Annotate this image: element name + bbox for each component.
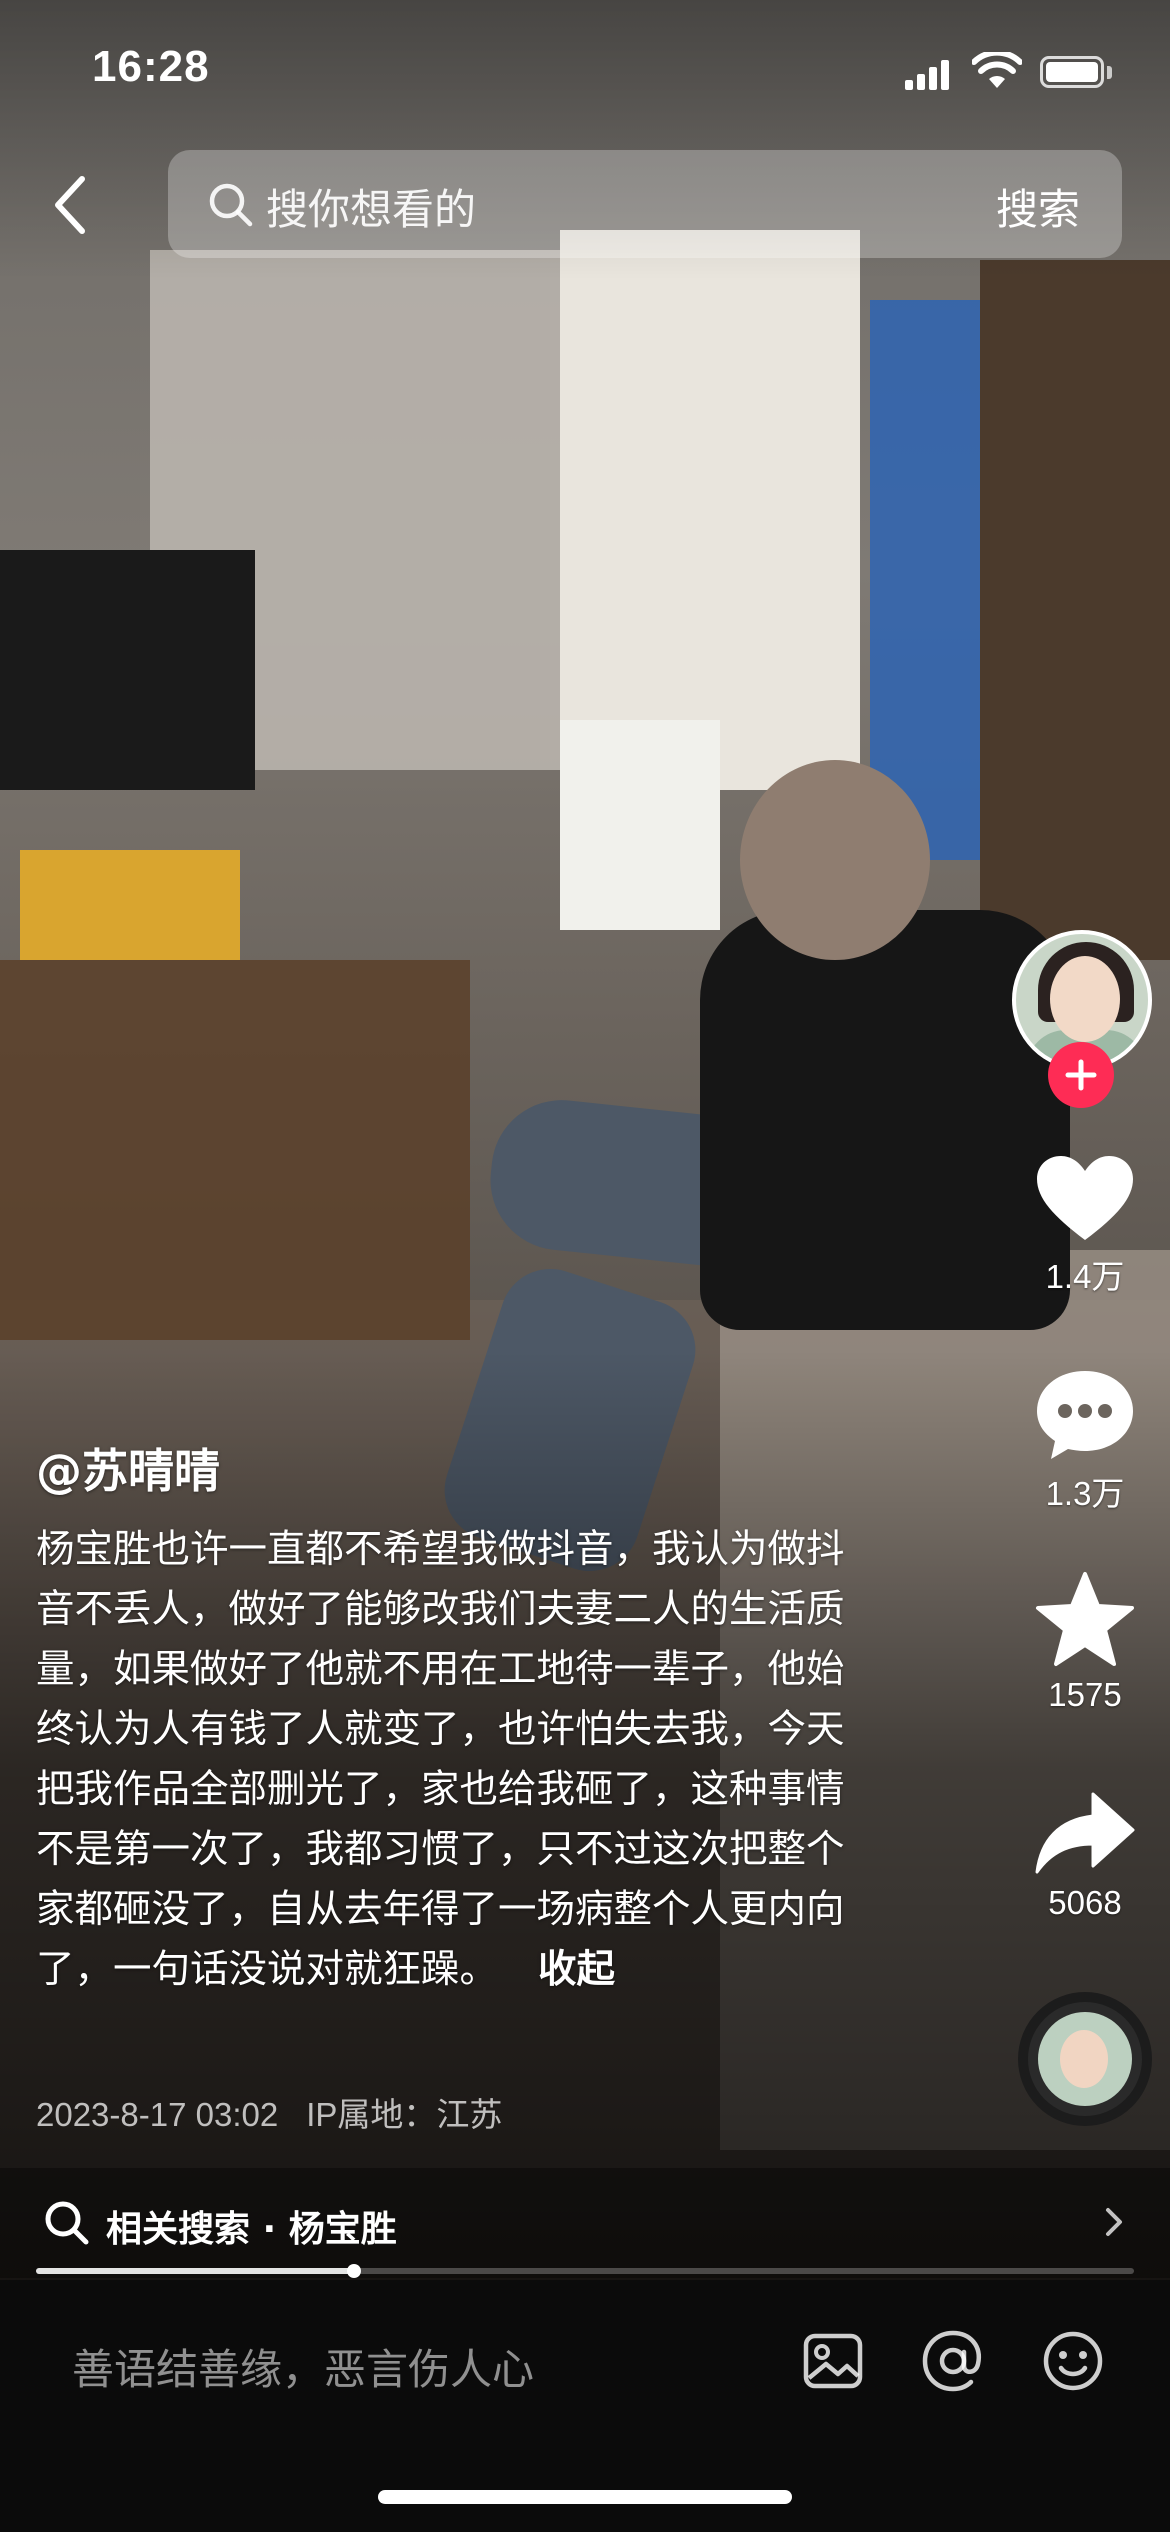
image-icon[interactable]	[800, 2328, 866, 2394]
favorite-button[interactable]: 1575	[1000, 1570, 1170, 1714]
comment-input[interactable]: 善语结善缘，恶言伤人心	[72, 2336, 534, 2397]
battery-icon	[1040, 56, 1104, 88]
follow-button[interactable]	[1048, 1042, 1114, 1108]
battery-tip	[1107, 66, 1112, 79]
search-icon	[45, 2201, 89, 2245]
related-search-bar[interactable]: 相关搜索 · 杨宝胜	[0, 2168, 1170, 2278]
like-button[interactable]: 1.4万	[1000, 1152, 1170, 1298]
post-datetime: 2023-8-17 03:02	[36, 2096, 279, 2133]
collapse-button[interactable]: 收起	[538, 1947, 615, 1992]
comment-bar: 善语结善缘，恶言伤人心	[0, 2280, 1170, 2532]
video-scene-tv	[0, 550, 255, 790]
favorite-count: 1575	[1048, 1676, 1122, 1713]
wifi-icon	[972, 52, 1022, 88]
share-icon	[1035, 1792, 1135, 1874]
back-button[interactable]	[40, 160, 100, 250]
back-icon	[55, 176, 85, 234]
status-bar: 16:28	[0, 0, 1170, 140]
star-icon	[1036, 1572, 1134, 1666]
comment-button[interactable]: 1.3万	[1000, 1365, 1170, 1515]
comment-count: 1.3万	[1045, 1475, 1125, 1512]
search-placeholder: 搜你想看的	[266, 185, 477, 234]
search-button[interactable]: 搜索	[996, 176, 1080, 237]
playback-progress-bar[interactable]	[36, 2264, 1134, 2278]
search-icon	[209, 183, 253, 227]
video-scene-box	[20, 850, 240, 960]
like-count: 1.4万	[1045, 1258, 1125, 1295]
playback-progress-fill	[36, 2268, 355, 2274]
video-description: 杨宝胜也许一直都不希望我做抖音，我认为做抖音不丢人，做好了能够改我们夫妻二人的生…	[36, 1520, 866, 2000]
related-search-label: 相关搜索 · 杨宝胜	[106, 2209, 397, 2250]
status-time: 16:28	[92, 42, 210, 91]
ip-location: IP属地：江苏	[306, 2096, 503, 2133]
share-button[interactable]: 5068	[1000, 1788, 1170, 1922]
at-icon[interactable]	[920, 2328, 986, 2394]
share-count: 5068	[1048, 1884, 1122, 1921]
cellular-signal-icon	[905, 60, 949, 90]
music-disc-icon[interactable]	[1018, 1992, 1152, 2126]
heart-icon	[1037, 1156, 1133, 1240]
home-indicator	[378, 2490, 792, 2504]
author-handle[interactable]: @苏晴晴	[36, 1435, 220, 1501]
search-input[interactable]: 搜你想看的 搜索	[168, 150, 1122, 258]
emoji-icon[interactable]	[1040, 2328, 1106, 2394]
video-scene-curtain	[560, 230, 860, 790]
description-text: 杨宝胜也许一直都不希望我做抖音，我认为做抖音不丢人，做好了能够改我们夫妻二人的生…	[36, 1527, 845, 1992]
video-scene-table	[0, 960, 470, 1340]
post-meta: 2023-8-17 03:02 IP属地：江苏	[36, 2088, 502, 2136]
chevron-right-icon	[1106, 2208, 1122, 2236]
plus-icon	[1065, 1059, 1097, 1091]
comment-icon	[1037, 1371, 1133, 1459]
